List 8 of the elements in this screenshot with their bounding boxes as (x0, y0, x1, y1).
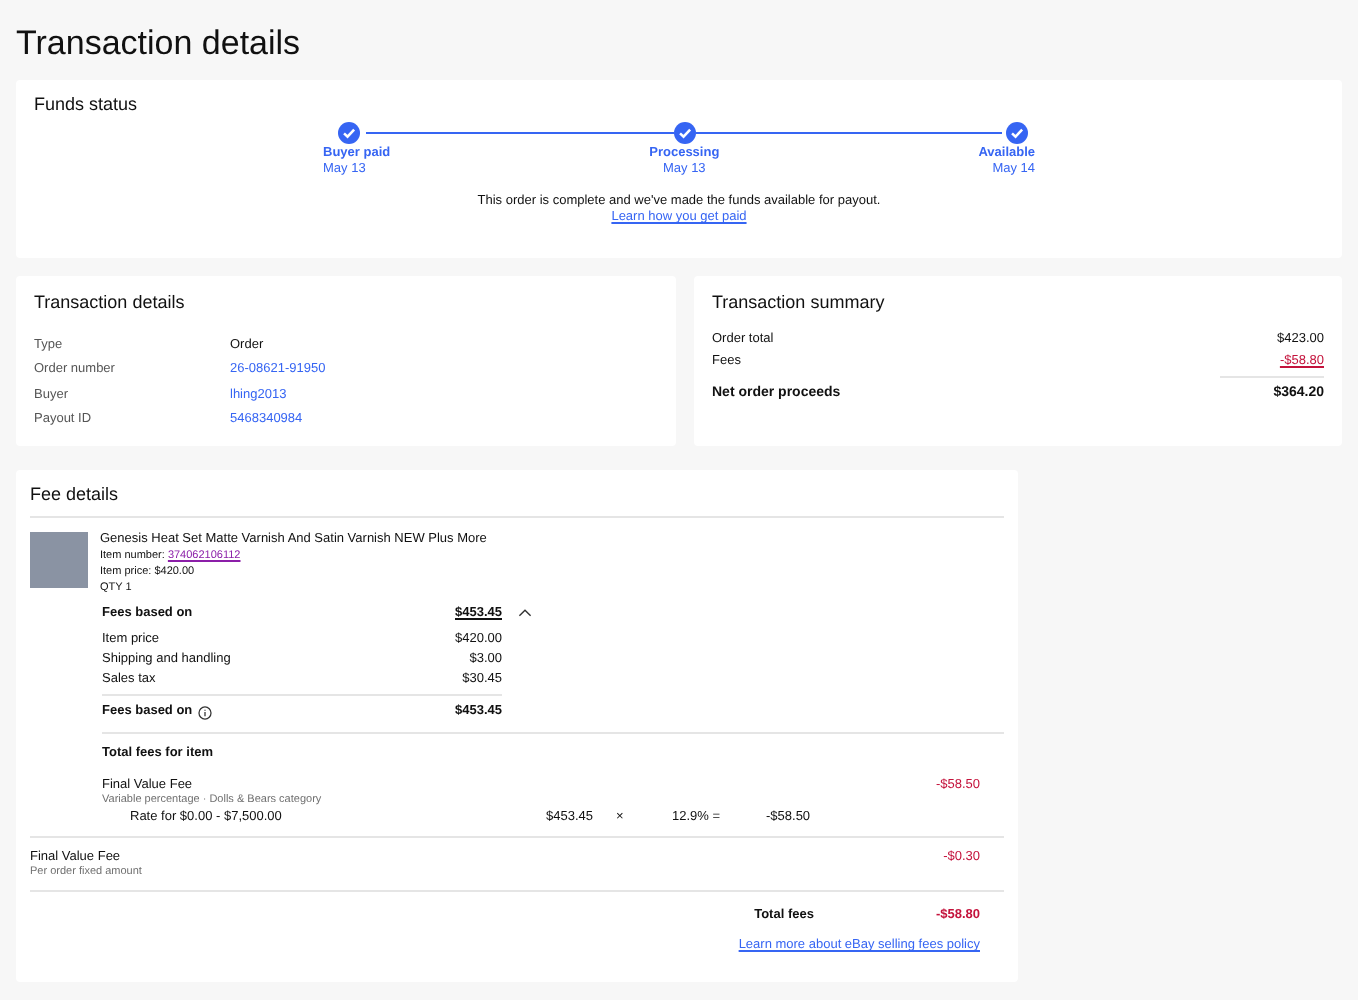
photo-placeholder (30, 532, 88, 588)
card-title: Funds status (34, 92, 138, 116)
card-title: Fee details (30, 482, 121, 506)
page-title: Transaction details (16, 22, 303, 66)
card-title: Transaction summary (712, 290, 887, 314)
card-title: Transaction details (34, 290, 187, 314)
info-icon[interactable] (198, 705, 213, 719)
caret-icon[interactable] (518, 608, 532, 618)
